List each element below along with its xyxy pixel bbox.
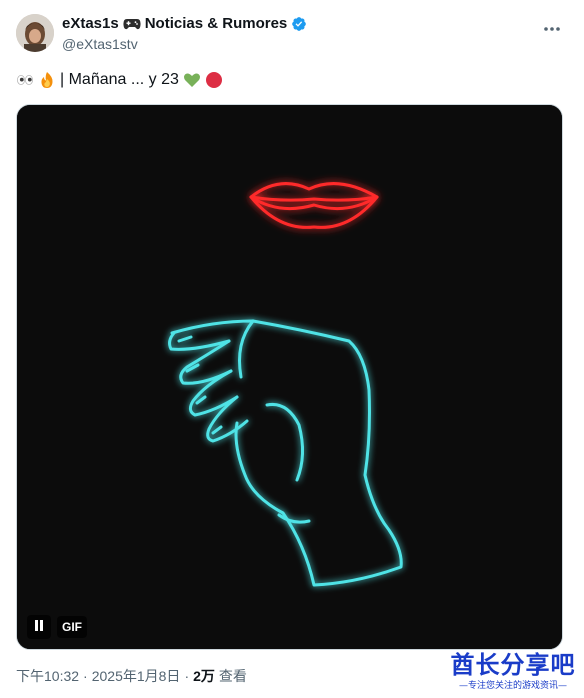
tweet-metadata: 下午10:32 · 2025年1月8日 · 2万 查看: [16, 666, 247, 686]
author-header: eXtas1s Noticias & Rumores @eXtas1stv: [62, 14, 307, 54]
author-display-name[interactable]: eXtas1s: [62, 14, 119, 34]
pause-button[interactable]: [27, 615, 51, 639]
watermark-logo: 酋长分享吧 —专注您关注的游戏资讯—: [448, 650, 578, 692]
meta-separator: ·: [83, 668, 88, 684]
gif-badge: GIF: [57, 616, 87, 638]
more-options-button[interactable]: [538, 18, 566, 38]
tweet-text: | Mañana ... y 23: [16, 68, 223, 92]
fire-emoji-icon: [38, 71, 56, 89]
pause-icon: [34, 618, 44, 636]
verified-badge-icon: [291, 16, 307, 32]
eyes-emoji-icon: [16, 71, 34, 89]
gamepad-icon: [123, 17, 141, 31]
gif-media[interactable]: GIF: [16, 104, 563, 650]
avatar[interactable]: [16, 14, 54, 52]
green-heart-emoji-icon: [183, 71, 201, 89]
view-count[interactable]: 2万: [193, 666, 215, 686]
tweet-body-text: | Mañana ... y 23: [60, 71, 179, 88]
author-handle[interactable]: @eXtas1stv: [62, 34, 307, 54]
tweet: eXtas1s Noticias & Rumores @eXtas1stv | …: [0, 0, 584, 698]
gif-controls: GIF: [27, 615, 87, 639]
red-circle-emoji-icon: [205, 71, 223, 89]
meta-separator: ·: [184, 668, 190, 684]
watermark-title: 酋长分享吧: [450, 651, 576, 679]
author-display-name-suffix[interactable]: Noticias & Rumores: [145, 14, 288, 34]
author-name-row[interactable]: eXtas1s Noticias & Rumores: [62, 14, 307, 34]
neon-artwork: [17, 105, 562, 649]
tweet-date[interactable]: 2025年1月8日: [92, 666, 181, 686]
view-label: 查看: [218, 668, 247, 684]
tweet-time[interactable]: 下午10:32: [16, 666, 79, 686]
watermark-subtitle: —专注您关注的游戏资讯—: [458, 681, 567, 691]
more-horizontal-icon: [543, 19, 561, 37]
